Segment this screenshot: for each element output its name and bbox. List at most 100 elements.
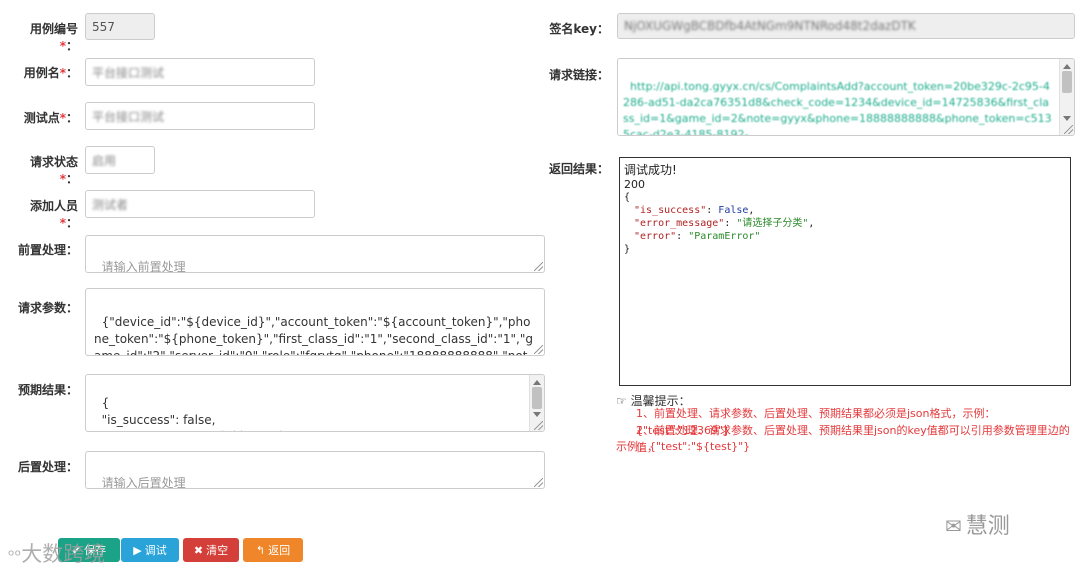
result-label: 返回结果：: [545, 160, 609, 177]
json-value: "ParamError": [688, 231, 761, 242]
case-no-label-text: 用例编号: [29, 22, 78, 36]
post-process-label-text: 后置处理: [17, 460, 66, 474]
req-params-textarea[interactable]: {"device_id":"${device_id}","account_tok…: [85, 288, 545, 356]
expected-value: { "is_success": false, "error_message": …: [101, 396, 297, 431]
weibo-icon: ᵒᵒ: [8, 546, 22, 565]
scroll-thumb[interactable]: [1062, 71, 1072, 93]
debug-button[interactable]: ▶ 调试: [121, 538, 179, 562]
req-status-label: 请求状态*：: [14, 153, 78, 187]
tip-line-3: 示例：{"test":"${test}"}: [616, 440, 751, 453]
wechat-icon: ✉: [945, 514, 962, 538]
colon: ：: [596, 162, 609, 176]
resize-handle[interactable]: [534, 345, 543, 354]
scroll-up-icon[interactable]: [533, 380, 541, 385]
added-by-label: 添加人员*：: [14, 197, 78, 231]
resize-handle[interactable]: [1064, 125, 1073, 134]
colon: ：: [596, 22, 609, 36]
json-key: "is_success": [634, 205, 707, 216]
resize-handle[interactable]: [534, 262, 543, 271]
case-no-value: 557: [92, 19, 115, 34]
colon: ：: [65, 172, 78, 186]
json-line-2: "error_message": "请选择子分类",: [634, 218, 815, 229]
post-process-label: 后置处理：: [14, 458, 78, 475]
expected-label: 预期结果：: [14, 381, 78, 398]
scroll-down-icon[interactable]: [533, 412, 541, 417]
watermark-left-text: 大数跨境: [21, 542, 106, 566]
result-label-text: 返回结果: [548, 162, 597, 176]
reply-icon: ↰: [255, 543, 266, 557]
resize-handle[interactable]: [534, 421, 543, 430]
test-point-input[interactable]: 平台接口测试: [85, 102, 315, 130]
sign-key-label-text: 签名key: [549, 22, 597, 36]
back-button-label: 返回: [268, 544, 291, 557]
json-value: "请选择子分类": [736, 218, 809, 229]
test-point-value: 平台接口测试: [92, 109, 165, 124]
scroll-up-icon[interactable]: [1063, 64, 1071, 69]
added-by-input[interactable]: 测试者: [85, 190, 315, 218]
json-open: {: [624, 192, 631, 203]
json-key: "error": [634, 231, 677, 242]
req-status-input[interactable]: 启用: [85, 146, 155, 174]
added-by-value: 测试者: [92, 197, 129, 212]
case-name-label: 用例名*：: [14, 64, 78, 81]
req-params-label: 请求参数：: [14, 299, 78, 316]
colon: ：: [596, 68, 609, 82]
expected-textarea[interactable]: { "is_success": false, "error_message": …: [85, 374, 545, 432]
case-name-value: 平台接口测试: [92, 65, 165, 80]
req-params-label-text: 请求参数: [17, 301, 66, 315]
case-name-input[interactable]: 平台接口测试: [85, 58, 315, 86]
case-no-field: 557: [85, 13, 155, 40]
req-link-textarea[interactable]: http://api.tong.gyyx.cn/cs/ComplaintsAdd…: [617, 58, 1075, 136]
scroll-down-icon[interactable]: [1063, 116, 1071, 121]
json-line-3: "error": "ParamError": [634, 231, 761, 242]
json-key: "error_message": [634, 218, 725, 229]
json-close: }: [624, 244, 631, 255]
clear-button[interactable]: ✖ 清空: [183, 538, 239, 562]
req-link-label: 请求链接：: [545, 66, 609, 83]
colon: ：: [65, 66, 78, 80]
post-process-textarea[interactable]: 请输入后置处理: [85, 451, 545, 489]
hand-point-icon: ☞: [616, 394, 627, 408]
colon: ：: [65, 39, 78, 53]
result-status-text: 调试成功!: [624, 163, 677, 177]
test-point-label: 测试点*：: [14, 109, 78, 126]
req-link-label-text: 请求链接: [548, 68, 597, 82]
colon: ：: [65, 243, 78, 257]
debug-button-label: 调试: [144, 544, 167, 557]
back-button[interactable]: ↰ 返回: [243, 538, 303, 562]
result-panel: 调试成功! 200 { "is_success": False, "error_…: [619, 157, 1071, 386]
clear-button-label: 清空: [206, 544, 229, 557]
colon: ：: [65, 301, 78, 315]
req-params-value: {"device_id":"${device_id}","account_tok…: [94, 315, 533, 356]
json-line-1: "is_success": False,: [634, 205, 755, 216]
sign-key-value: NjOXUGWgBCBDfb4AtNGm9NTNRod48t2dazDTK: [624, 19, 916, 33]
pre-process-textarea[interactable]: 请输入前置处理: [85, 235, 545, 273]
watermark-left: ᵒᵒ大数跨境: [8, 538, 105, 568]
post-process-placeholder: 请输入后置处理: [101, 476, 186, 489]
json-value: False: [718, 205, 749, 216]
pre-process-label-text: 前置处理: [17, 243, 66, 257]
play-icon: ▶: [133, 543, 142, 557]
added-by-label-text: 添加人员: [29, 199, 78, 213]
close-icon: ✖: [193, 543, 204, 557]
req-status-label-text: 请求状态: [29, 155, 78, 169]
watermark-right-text: 慧测: [965, 514, 1010, 539]
case-name-label-text: 用例名: [23, 66, 60, 80]
resize-handle[interactable]: [534, 478, 543, 487]
scroll-thumb[interactable]: [532, 387, 542, 409]
req-link-value: http://api.tong.gyyx.cn/cs/ComplaintsAdd…: [623, 80, 1052, 136]
scrollbar[interactable]: [1059, 59, 1074, 135]
req-status-value: 启用: [92, 153, 117, 168]
watermark-right: ✉ 慧测: [945, 508, 1010, 540]
colon: ：: [65, 460, 78, 474]
colon: ：: [65, 383, 78, 397]
pre-process-placeholder: 请输入前置处理: [101, 260, 186, 273]
result-code: 200: [624, 178, 645, 191]
colon: ：: [65, 216, 78, 230]
case-no-label: 用例编号*：: [14, 20, 78, 54]
sign-key-label: 签名key：: [545, 20, 609, 37]
expected-label-text: 预期结果: [17, 383, 66, 397]
pre-process-label: 前置处理：: [14, 241, 78, 258]
test-point-label-text: 测试点: [23, 111, 60, 125]
colon: ：: [65, 111, 78, 125]
